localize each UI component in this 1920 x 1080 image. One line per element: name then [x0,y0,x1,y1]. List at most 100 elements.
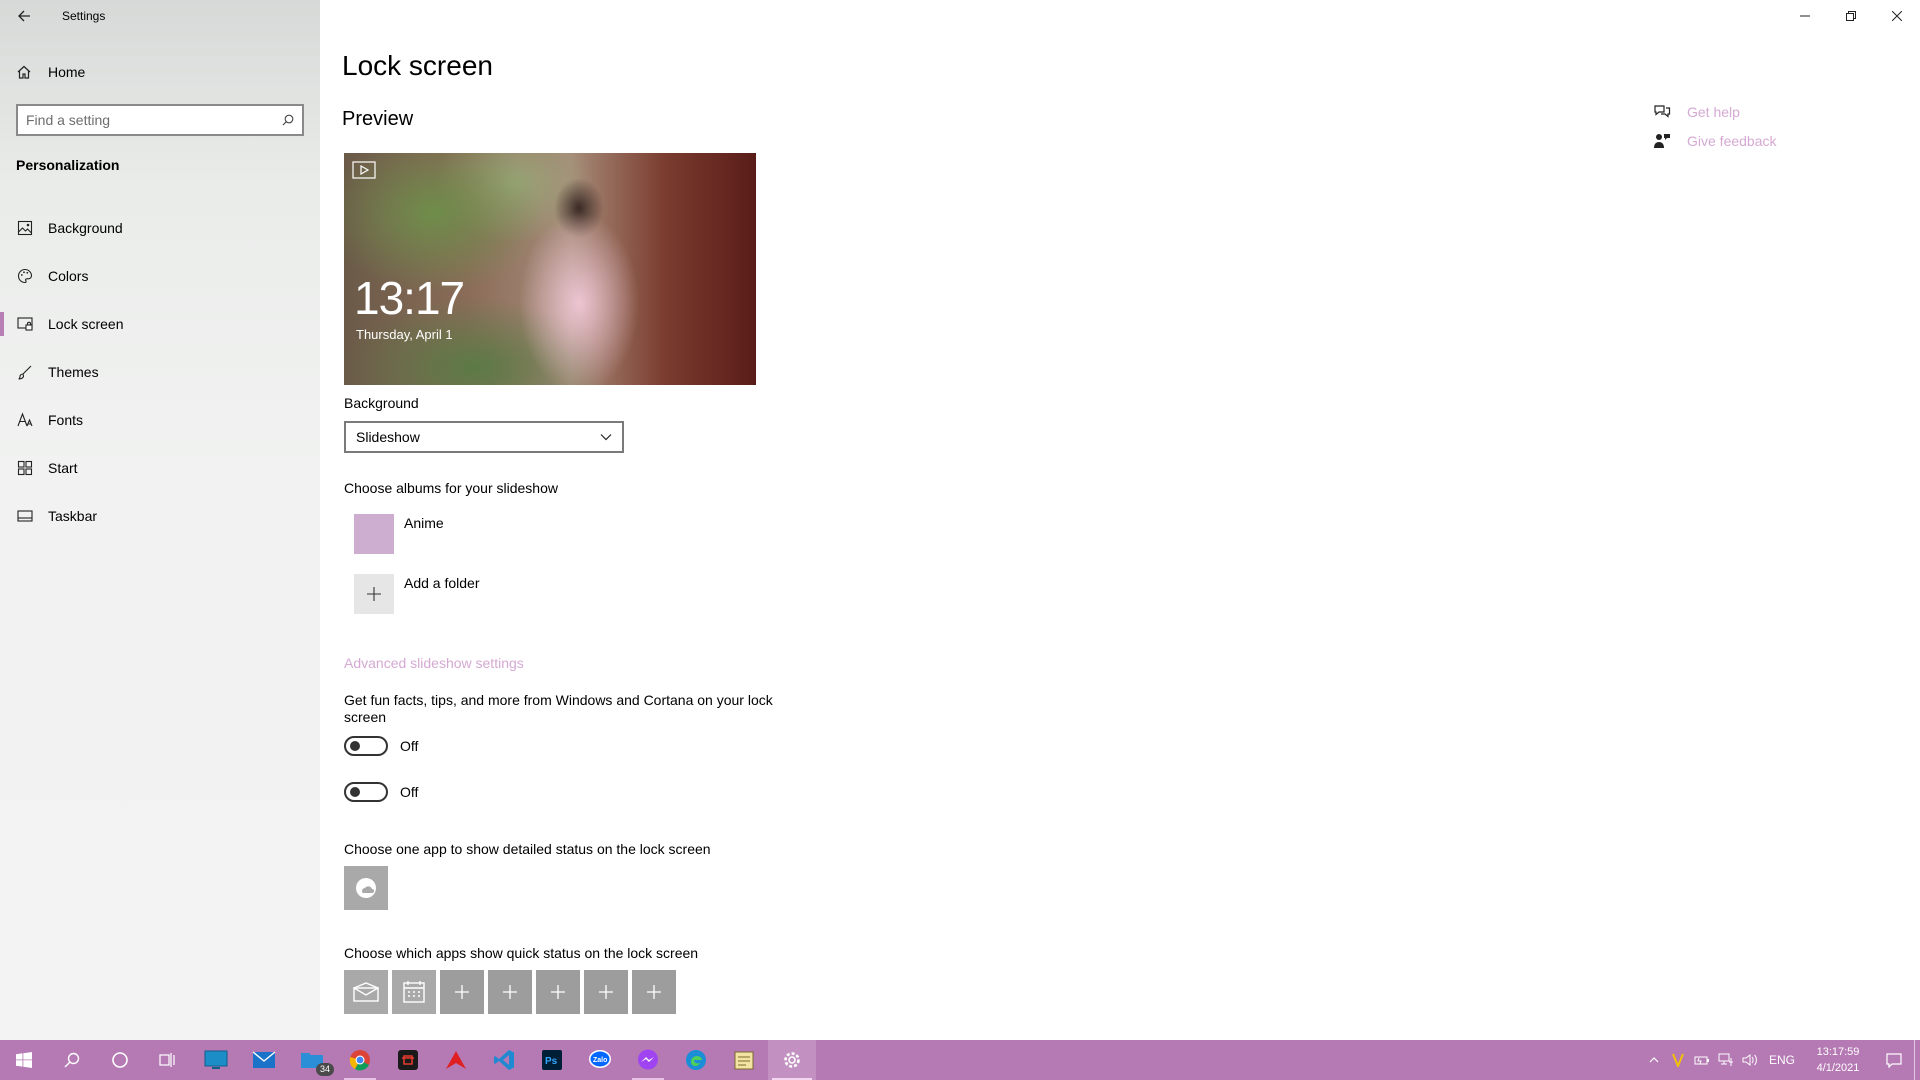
restore-icon [1846,11,1856,21]
taskbar-app-desktop[interactable] [192,1040,240,1080]
chevron-up-icon [1649,1057,1659,1063]
palette-icon [16,267,34,285]
sidebar-item-background[interactable]: Background [0,204,320,252]
minimize-button[interactable] [1782,0,1828,32]
taskbar-app-file-explorer[interactable]: 34 [288,1040,336,1080]
slideshow-icon [352,161,376,179]
fun-facts-label: Get fun facts, tips, and more from Windo… [344,692,773,725]
advanced-slideshow-link[interactable]: Advanced slideshow settings [344,655,524,671]
sidebar-item-start[interactable]: Start [0,444,320,492]
taskbar-app-vscode[interactable] [480,1040,528,1080]
notification-icon [1886,1053,1902,1068]
quick-status-mail-button[interactable] [344,970,388,1014]
close-button[interactable] [1874,0,1920,32]
detailed-status-label: Choose one app to show detailed status o… [344,841,711,857]
quick-status-add-button-5[interactable] [632,970,676,1014]
fun-facts-toggle[interactable] [344,736,388,756]
second-toggle[interactable] [344,782,388,802]
fun-facts-toggle-state: Off [400,738,419,754]
search-icon [282,114,294,126]
sidebar-item-label: Taskbar [48,508,98,524]
sidebar-item-themes[interactable]: Themes [0,348,320,396]
taskbar-app-photoshop[interactable]: Ps [528,1040,576,1080]
system-tray: ENG 13:17:59 4/1/2021 [1642,1040,1920,1080]
background-label: Background [344,395,419,411]
album-thumbnail[interactable] [354,514,394,554]
font-icon [16,411,34,429]
sidebar-item-fonts[interactable]: Fonts [0,396,320,444]
restore-button[interactable] [1828,0,1874,32]
language-indicator[interactable]: ENG [1762,1053,1802,1067]
back-arrow-icon [18,10,30,22]
give-feedback-label: Give feedback [1687,133,1777,149]
quick-status-add-button-1[interactable] [440,970,484,1014]
detailed-status-app-button[interactable] [344,866,388,910]
taskbar-app-edge[interactable] [672,1040,720,1080]
sidebar-item-colors[interactable]: Colors [0,252,320,300]
action-center-button[interactable] [1874,1040,1914,1080]
monitor-app-icon [204,1050,228,1069]
search-input[interactable] [26,112,282,128]
nav-list: Background Colors Lock screen Themes Fon… [0,204,320,540]
tray-battery-button[interactable] [1690,1040,1714,1080]
plus-icon [455,985,469,999]
back-button[interactable] [0,0,48,32]
tray-volume-button[interactable] [1738,1040,1762,1080]
feedback-icon [1653,132,1673,150]
show-hidden-icons-button[interactable] [1642,1040,1666,1080]
red-app-icon [446,1051,466,1069]
plus-icon [367,587,381,601]
home-link[interactable]: Home [0,56,320,88]
background-dropdown-value: Slideshow [356,429,420,445]
taskbar-app-mail[interactable] [240,1040,288,1080]
add-folder-button[interactable] [354,574,394,614]
quick-status-calendar-button[interactable] [392,970,436,1014]
task-view-icon [159,1053,175,1067]
quick-status-add-button-3[interactable] [536,970,580,1014]
windows-logo-icon [16,1052,32,1068]
taskbar-app-game[interactable] [384,1040,432,1080]
taskbar-app-messenger[interactable] [624,1040,672,1080]
window-controls [1782,0,1920,32]
taskbar-app-notes[interactable] [720,1040,768,1080]
calendar-icon [403,981,425,1003]
quick-status-add-button-4[interactable] [584,970,628,1014]
taskbar-search-button[interactable] [48,1040,96,1080]
sidebar: Settings Home Personalization Background… [0,0,320,1040]
game-app-icon [398,1050,418,1070]
give-feedback-link[interactable]: Give feedback [1653,132,1777,150]
sidebar-item-label: Colors [48,268,89,284]
taskbar-app-red[interactable] [432,1040,480,1080]
cortana-icon [112,1052,128,1068]
taskbar-app-chrome[interactable] [336,1040,384,1080]
preview-time: 13:17 [354,272,465,324]
svg-text:Ps: Ps [545,1056,558,1067]
show-desktop-button[interactable] [1914,1040,1920,1080]
quick-status-add-button-2[interactable] [488,970,532,1014]
background-dropdown[interactable]: Slideshow [344,421,624,453]
mail-icon [353,982,379,1002]
tray-network-button[interactable] [1714,1040,1738,1080]
quick-status-label: Choose which apps show quick status on t… [344,945,699,961]
add-folder-label[interactable]: Add a folder [404,575,480,591]
start-button[interactable] [0,1040,48,1080]
chrome-icon [349,1050,370,1071]
cortana-button[interactable] [96,1040,144,1080]
vscode-icon [494,1050,514,1070]
taskbar-app-settings[interactable] [768,1040,816,1080]
v-app-icon [1672,1053,1684,1067]
plus-icon [503,985,517,999]
sidebar-item-taskbar[interactable]: Taskbar [0,492,320,540]
tray-vivaldi-button[interactable] [1666,1040,1690,1080]
album-name[interactable]: Anime [404,515,444,531]
task-view-button[interactable] [144,1040,192,1080]
plus-icon [551,985,565,999]
preview-heading: Preview [342,108,414,130]
get-help-link[interactable]: Get help [1653,103,1740,121]
sidebar-item-lock-screen[interactable]: Lock screen [0,300,320,348]
clock[interactable]: 13:17:59 4/1/2021 [1802,1044,1874,1076]
taskbar-app-zalo[interactable]: Zalo [576,1040,624,1080]
svg-text:Zalo: Zalo [593,1057,607,1064]
search-icon [64,1052,80,1068]
search-box[interactable] [16,104,304,136]
